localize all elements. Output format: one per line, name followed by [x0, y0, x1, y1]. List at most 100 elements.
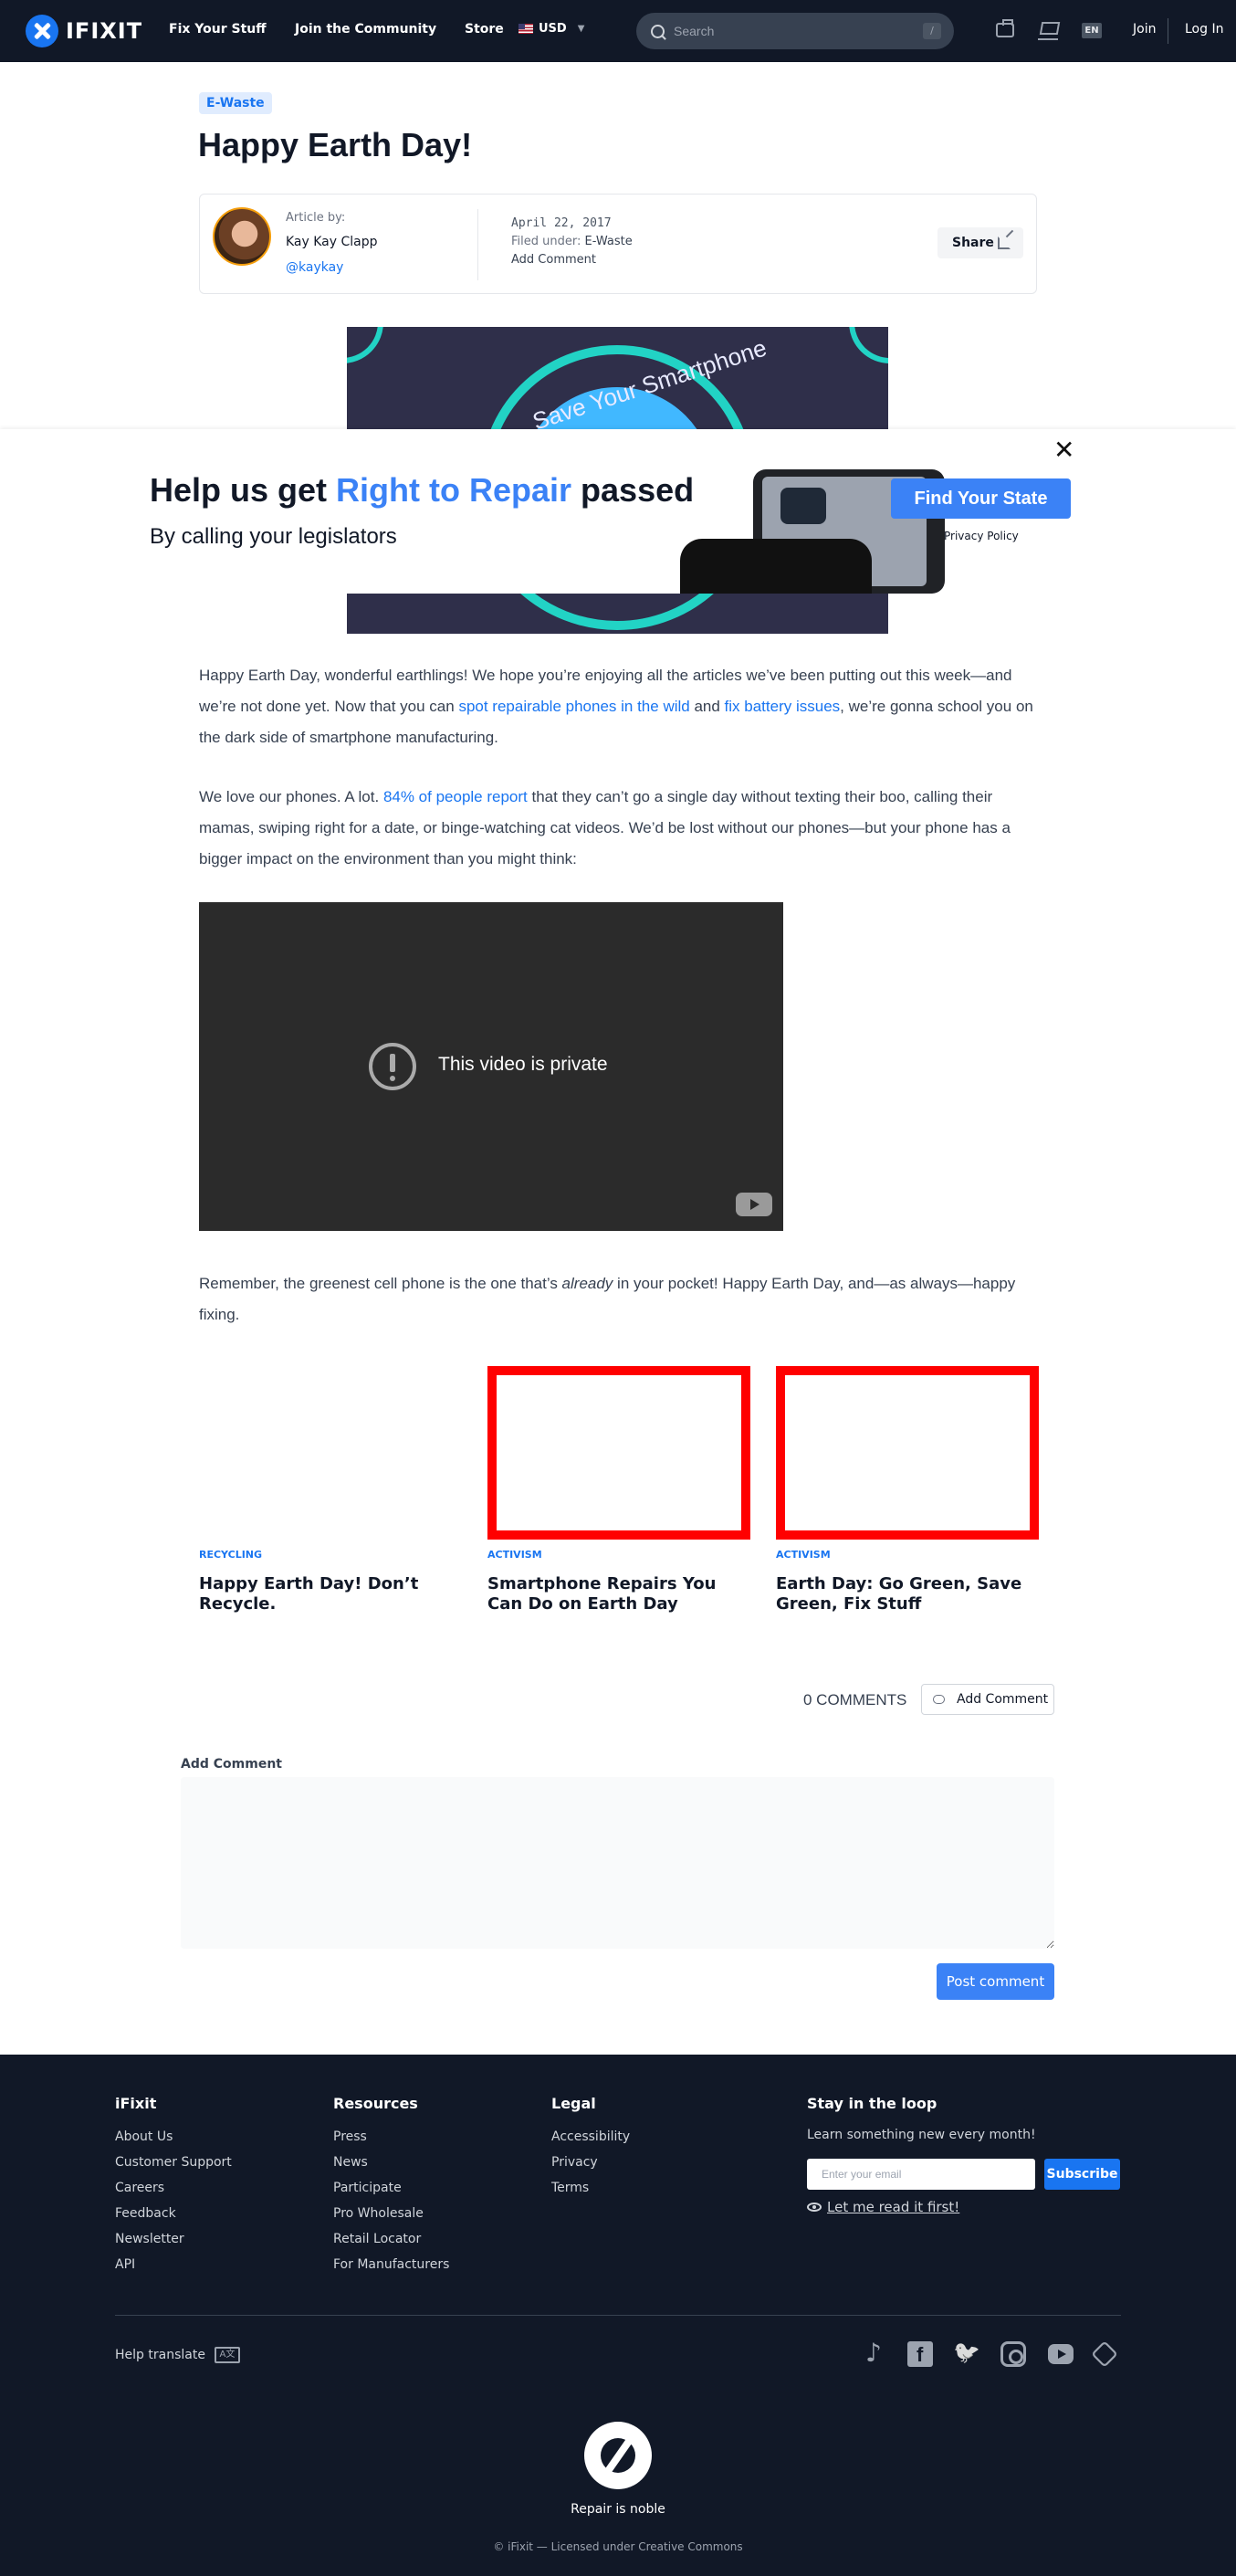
eye-icon	[807, 2203, 822, 2212]
login-link[interactable]: Log In	[1185, 22, 1223, 37]
footer-link-terms[interactable]: Terms	[551, 2181, 589, 2195]
related-article-thumbnail[interactable]	[776, 1366, 1039, 1540]
top-navigation-bar: IFIXIT Fix Your Stuff Join the Community…	[0, 0, 1236, 62]
close-icon[interactable]: ✕	[1053, 437, 1074, 463]
newsletter-heading: Stay in the loop	[807, 2095, 937, 2112]
banner-subline: By calling your legislators	[150, 524, 397, 549]
currency-selector[interactable]: USD ▼	[518, 22, 584, 36]
related-article-title[interactable]: Earth Day: Go Green, Save Green, Fix Stu…	[776, 1574, 1041, 1614]
footer-link-retail-locator[interactable]: Retail Locator	[333, 2232, 421, 2246]
footer-link-privacy[interactable]: Privacy	[551, 2155, 598, 2170]
footer-link-feedback[interactable]: Feedback	[115, 2206, 176, 2221]
add-comment-button-label: Add Comment	[957, 1692, 1049, 1707]
join-link[interactable]: Join	[1133, 22, 1156, 37]
hero-ring	[471, 594, 763, 630]
footer-link-for-manufacturers[interactable]: For Manufacturers	[333, 2257, 449, 2272]
chevron-down-icon: ▼	[577, 24, 585, 34]
nav-fix-your-stuff[interactable]: Fix Your Stuff	[169, 22, 267, 37]
related-article-thumbnail[interactable]	[487, 1366, 750, 1540]
currency-label: USD	[539, 22, 567, 36]
translate-icon: A文	[214, 2347, 240, 2363]
footer-heading-legal: Legal	[551, 2095, 596, 2112]
hero-decoration	[347, 327, 383, 363]
share-button[interactable]: Share	[937, 227, 1023, 258]
hero-decoration	[849, 327, 888, 363]
footer-heading-ifixit: iFixit	[115, 2095, 157, 2112]
related-article-category[interactable]: ACTIVISM	[776, 1549, 831, 1561]
footer-link-participate[interactable]: Participate	[333, 2181, 402, 2195]
text-run: We love our phones. A lot.	[199, 788, 383, 805]
publish-date: April 22, 2017	[511, 216, 612, 230]
find-your-state-button[interactable]: Find Your State	[891, 478, 1071, 519]
footer-link-accessibility[interactable]: Accessibility	[551, 2129, 630, 2144]
filed-under-category[interactable]: E-Waste	[585, 235, 633, 248]
youtube-icon[interactable]	[1048, 2344, 1074, 2364]
footer-divider	[115, 2315, 1121, 2316]
author-name[interactable]: Kay Kay Clapp	[286, 235, 378, 249]
banner-headline: Help us get Right to Repair passed	[150, 471, 694, 510]
video-embed[interactable]: This video is private	[199, 902, 783, 1231]
text-run: and	[689, 698, 725, 715]
language-selector[interactable]: EN	[1082, 23, 1102, 38]
newsletter-email-input[interactable]	[807, 2159, 1035, 2190]
us-flag-icon	[518, 24, 533, 34]
repair-app-icon[interactable]	[1091, 2340, 1118, 2368]
ifixit-logo[interactable]: IFIXIT	[26, 15, 142, 47]
footer-link-press[interactable]: Press	[333, 2129, 367, 2144]
phone-camera	[780, 488, 826, 524]
footer-link-newsletter[interactable]: Newsletter	[115, 2232, 184, 2246]
privacy-policy-link[interactable]: Privacy Policy	[944, 530, 1019, 542]
page-title: Happy Earth Day!	[198, 126, 473, 163]
facebook-icon[interactable]	[907, 2341, 933, 2367]
nav-store[interactable]: Store	[465, 22, 504, 37]
author-avatar[interactable]	[213, 207, 271, 266]
footer-link-customer-support[interactable]: Customer Support	[115, 2155, 232, 2170]
filed-under: Filed under: E-Waste	[511, 235, 633, 248]
banner-headline-pre: Help us get	[150, 471, 337, 509]
post-comment-button[interactable]: Post comment	[937, 1963, 1054, 2000]
newsletter-subtext: Learn something new every month!	[807, 2128, 1036, 2142]
article-paragraph: We love our phones. A lot. 84% of people…	[199, 782, 1039, 875]
add-comment-button[interactable]: Add Comment	[921, 1684, 1054, 1715]
cart-icon[interactable]	[1038, 20, 1058, 40]
related-article-category[interactable]: RECYCLING	[199, 1549, 262, 1561]
subscribe-button[interactable]: Subscribe	[1044, 2159, 1120, 2190]
site-footer: iFixit About Us Customer Support Careers…	[0, 2055, 1236, 2576]
related-article-title[interactable]: Happy Earth Day! Don’t Recycle.	[199, 1574, 464, 1614]
toolbox-icon[interactable]	[996, 19, 1014, 37]
footer-link-careers[interactable]: Careers	[115, 2181, 164, 2195]
related-article-title[interactable]: Smartphone Repairs You Can Do on Earth D…	[487, 1574, 752, 1614]
video-status: This video is private	[438, 1054, 608, 1075]
instagram-icon[interactable]	[1000, 2341, 1026, 2367]
article-meta-card: Article by: Kay Kay Clapp @kaykay April …	[199, 194, 1037, 294]
footer-heading-resources: Resources	[333, 2095, 418, 2112]
footer-link-about-us[interactable]: About Us	[115, 2129, 173, 2144]
tiktok-icon[interactable]	[862, 2338, 887, 2368]
brand-name: IFIXIT	[66, 18, 143, 44]
phone-front	[680, 539, 872, 594]
people-report-link[interactable]: 84% of people report	[383, 788, 528, 805]
nav-join-community[interactable]: Join the Community	[295, 22, 436, 37]
footer-link-news[interactable]: News	[333, 2155, 368, 2170]
help-translate-link[interactable]: Help translate A文	[115, 2347, 240, 2363]
youtube-icon[interactable]	[736, 1193, 772, 1216]
hero-image-bottom	[347, 594, 888, 634]
fix-battery-issues-link[interactable]: fix battery issues	[725, 698, 841, 715]
search-bar[interactable]: /	[636, 13, 954, 49]
footer-copyright: © iFixit — Licensed under Creative Commo…	[493, 2540, 743, 2553]
author-handle[interactable]: @kaykay	[286, 260, 343, 275]
twitter-icon[interactable]	[953, 2341, 979, 2367]
footer-link-api[interactable]: API	[115, 2257, 135, 2272]
comment-textarea[interactable]	[181, 1777, 1054, 1949]
alert-icon	[369, 1043, 416, 1090]
add-comment-link[interactable]: Add Comment	[511, 253, 596, 267]
footer-link-pro-wholesale[interactable]: Pro Wholesale	[333, 2206, 424, 2221]
category-badge[interactable]: E-Waste	[199, 92, 272, 114]
related-article-category[interactable]: ACTIVISM	[487, 1549, 542, 1561]
share-label: Share	[952, 236, 994, 250]
spot-repairable-phones-link[interactable]: spot repairable phones in the wild	[458, 698, 689, 715]
search-input[interactable]	[674, 24, 911, 38]
text-run: Remember, the greenest cell phone is the…	[199, 1275, 562, 1292]
read-it-first-link[interactable]: Let me read it first!	[807, 2199, 959, 2215]
author-label: Article by:	[286, 211, 346, 225]
